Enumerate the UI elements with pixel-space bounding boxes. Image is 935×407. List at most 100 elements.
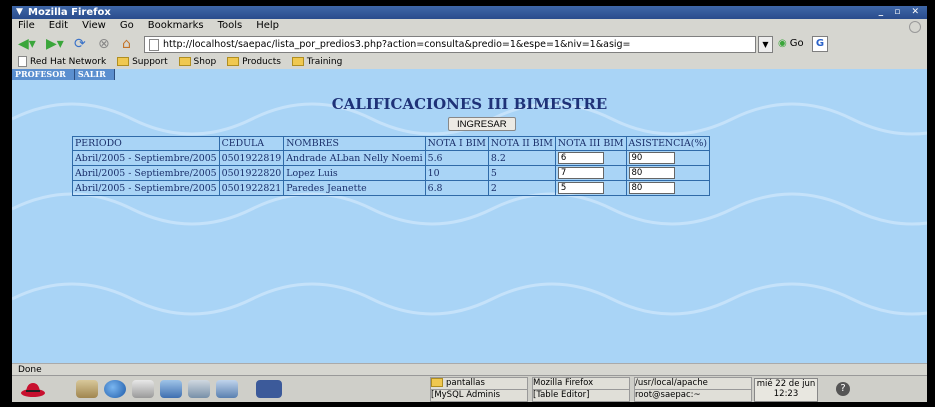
nota1-cell: 6.8 [424,180,489,196]
url-text: http://localhost/saepac/lista_por_predio… [163,39,631,50]
nav-link-profesor[interactable]: PROFESOR [12,69,75,80]
table-row: Abril/2005 - Septiembre/2005 0501922820 … [72,165,711,181]
table-header-row: PERIODO CEDULA NOMBRES NOTA I BIM NOTA I… [72,136,711,151]
column-header: PERIODO [72,136,220,151]
folder-icon [291,57,304,66]
menu-view[interactable]: View [82,19,106,33]
home-icon[interactable]: ⌂ [122,36,131,52]
nota3-cell [554,165,627,181]
bookmark-products[interactable]: Products [227,55,281,69]
nota2-cell: 8.2 [487,150,556,166]
column-header: CEDULA [218,136,285,151]
column-header: ASISTENCIA(%) [625,136,711,151]
menu-file[interactable]: File [18,19,35,33]
go-label: Go [789,38,804,49]
task-label: [MySQL Adminis [431,390,501,400]
stop-icon[interactable]: ⊗ [98,36,110,52]
title-bar: ▼ Mozilla Firefox _ ▫ ✕ [12,6,927,19]
task-label: [Table Editor] [533,390,590,400]
folder-icon [227,57,240,66]
menu-edit[interactable]: Edit [49,19,68,33]
folder-icon [117,57,130,66]
forward-arrow-icon[interactable]: ▶▾ [46,36,64,52]
ingresar-button[interactable]: INGRESAR [448,117,516,131]
nota3-cell [554,150,627,166]
writer-icon[interactable] [160,380,182,398]
nota3-input[interactable] [557,182,604,194]
asistencia-input[interactable] [628,167,675,179]
help-icon[interactable]: ? [836,382,850,396]
window-controls[interactable]: _ ▫ ✕ [879,6,923,19]
go-button[interactable]: ◉ Go [778,36,804,52]
column-header: NOTA II BIM [487,136,556,151]
bookmark-red-hat-network[interactable]: Red Hat Network [18,55,106,69]
nota1-cell: 5.6 [424,150,489,166]
cedula-cell: 0501922819 [218,150,285,166]
periodo-cell: Abril/2005 - Septiembre/2005 [72,165,220,181]
column-header: NOMBRES [283,136,426,151]
bookmark-training[interactable]: Training [291,55,343,69]
asistencia-input[interactable] [628,152,675,164]
task-terminal-root[interactable]: root@saepac:~ [634,389,752,402]
menu-help[interactable]: Help [256,19,279,33]
grades-table: PERIODO CEDULA NOMBRES NOTA I BIM NOTA I… [72,136,711,196]
page-nav: PROFESOR SALIR [12,69,115,80]
periodo-cell: Abril/2005 - Septiembre/2005 [72,150,220,166]
page-content: PROFESOR SALIR CALIFICACIONES III BIMESTR… [12,69,927,363]
clock-time: 12:23 [773,389,799,399]
bookmark-label: Shop [193,57,217,67]
mail-icon[interactable] [132,380,154,398]
search-engine-icon[interactable]: G [812,36,828,52]
web-browser-icon[interactable] [104,380,126,398]
window-menu-icon[interactable]: ▼ [16,6,23,19]
cedula-cell: 0501922820 [218,165,285,181]
throbber-icon [909,21,921,33]
red-hat-menu-icon[interactable] [20,380,46,398]
menu-tools[interactable]: Tools [218,19,243,33]
impress-icon[interactable] [188,380,210,398]
bookmark-label: Support [132,57,168,67]
browser-window: ▼ Mozilla Firefox _ ▫ ✕ File Edit View Go Bo… [12,6,927,402]
menu-go[interactable]: Go [120,19,134,33]
nota3-input[interactable] [557,152,604,164]
nav-link-salir[interactable]: SALIR [75,69,115,80]
task-mysql-admin[interactable]: [MySQL Adminis [430,389,528,402]
nombres-cell: Paredes Jeanette [283,180,426,196]
periodo-cell: Abril/2005 - Septiembre/2005 [72,180,220,196]
page-title: CALIFICACIONES III BIMESTRE [331,95,608,113]
nota2-cell: 2 [487,180,556,196]
nota3-input[interactable] [557,167,604,179]
asistencia-input[interactable] [628,182,675,194]
column-header: NOTA III BIM [554,136,627,151]
page-icon [149,39,159,51]
page-icon [18,56,27,67]
window-title: Mozilla Firefox [28,7,111,18]
clock[interactable]: mié 22 de jun 12:23 [754,378,818,402]
bookmark-shop[interactable]: Shop [178,55,217,69]
url-bar[interactable]: http://localhost/saepac/lista_por_predio… [144,36,756,53]
table-row: Abril/2005 - Septiembre/2005 0501922821 … [72,180,711,196]
task-table-editor[interactable]: [Table Editor] [532,389,630,402]
bookmark-label: Products [242,57,281,67]
workspace-pager-icon[interactable] [256,380,282,398]
column-header: NOTA I BIM [424,136,489,151]
menu-bookmarks[interactable]: Bookmarks [148,19,204,33]
cedula-cell: 0501922821 [218,180,285,196]
calc-icon[interactable] [216,380,238,398]
file-manager-icon[interactable] [76,380,98,398]
task-label: /usr/local/apache [635,378,708,388]
taskbar: pantallas Mozilla Firefox /usr/local/apa… [12,375,927,402]
bookmark-label: Red Hat Network [30,57,107,67]
bookmark-support[interactable]: Support [117,55,168,69]
bookmark-label: Training [306,57,343,67]
nota3-cell [554,180,627,196]
nombres-cell: Lopez Luis [283,165,426,181]
navigation-toolbar: ◀▾ ▶▾ ⟳ ⊗ ⌂ http://localhost/saepac/list… [12,33,927,55]
url-history-dropdown-icon[interactable]: ▼ [758,36,773,53]
nombres-cell: Andrade ALban Nelly Noemi [283,150,426,166]
asistencia-cell [625,180,711,196]
task-label: Mozilla Firefox [533,378,594,388]
reload-icon[interactable]: ⟳ [74,36,86,52]
back-arrow-icon[interactable]: ◀▾ [18,36,36,52]
table-row: Abril/2005 - Septiembre/2005 0501922819 … [72,150,711,166]
